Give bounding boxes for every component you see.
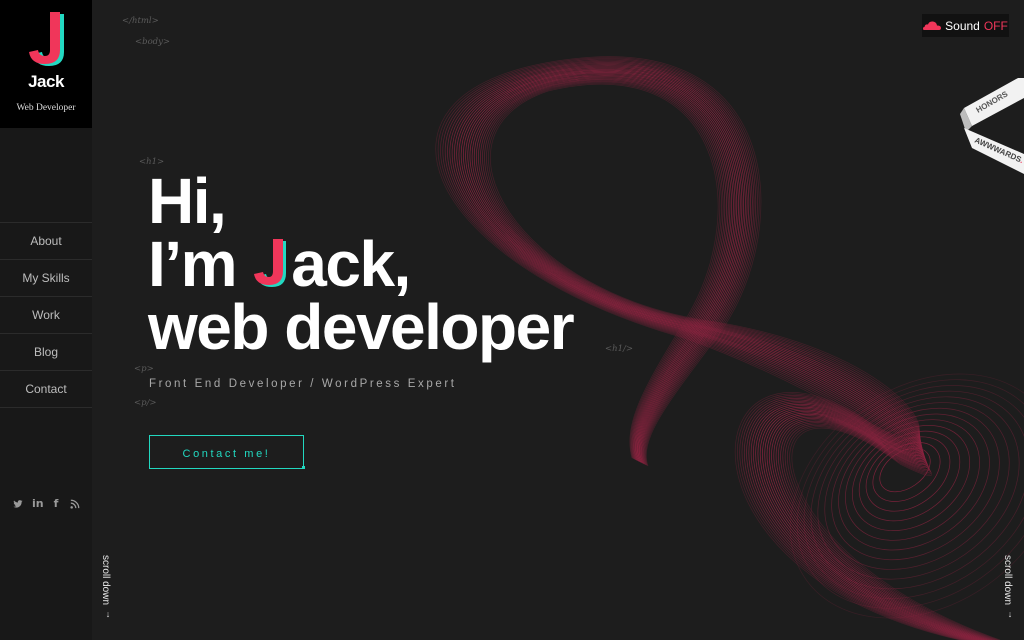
logo-j-icon [29, 12, 64, 66]
sound-toggle-button[interactable]: Sound OFF [922, 14, 1009, 37]
logo[interactable]: Jack Web Developer [0, 0, 92, 128]
code-tag-h1-close: <h1/> [605, 344, 633, 354]
sidebar: Jack Web Developer About My Skills Work … [0, 0, 92, 640]
facebook-icon[interactable]: f [51, 498, 61, 510]
headline-line-2-post: ack, [291, 228, 411, 300]
brand-name: Jack [28, 72, 64, 91]
scroll-down-left[interactable]: scroll down ↓ [100, 555, 116, 619]
twitter-icon[interactable] [13, 498, 23, 510]
contact-me-button[interactable]: Contact me! [149, 435, 304, 469]
nav-item-about[interactable]: About [0, 223, 92, 260]
vortex-ring [810, 390, 1024, 590]
nav-item-my-skills[interactable]: My Skills [0, 260, 92, 297]
hero-subtitle: Front End Developer / WordPress Expert [149, 378, 457, 390]
sound-state: OFF [983, 18, 1008, 33]
scroll-down-label: scroll down [100, 555, 111, 606]
rss-icon[interactable] [70, 498, 80, 510]
nav-item-work[interactable]: Work [0, 297, 92, 334]
sound-label: Sound [945, 18, 980, 33]
brand-tagline: Web Developer [16, 103, 76, 113]
hero-headline: Hi, I’m ack, web developer [148, 169, 575, 359]
nav-item-contact[interactable]: Contact [0, 371, 92, 408]
vortex-ring [803, 385, 1024, 599]
social-links: in f [13, 498, 80, 510]
awwwards-honors-ribbon[interactable]: HONORS AWWWARDS. [948, 70, 1024, 180]
scroll-down-label: scroll down [1002, 555, 1013, 606]
headline-line-2-pre: I’m [148, 228, 253, 300]
code-tag-body: <body> [135, 37, 171, 47]
nav-item-blog[interactable]: Blog [0, 334, 92, 371]
arrow-down-icon: ↓ [105, 609, 111, 620]
scroll-down-right[interactable]: scroll down ↓ [1002, 555, 1018, 619]
headline-j-icon [254, 239, 287, 287]
cta-corner-dot [302, 466, 305, 469]
soundcloud-icon [923, 20, 942, 30]
headline-line-3: web developer [148, 291, 575, 363]
code-tag-html: </html> [122, 16, 159, 26]
linkedin-icon[interactable]: in [32, 498, 44, 510]
headline-line-1: Hi, [148, 165, 227, 237]
main-nav: About My Skills Work Blog Contact [0, 222, 92, 408]
code-tag-p-open: <p> [134, 364, 154, 374]
arrow-down-icon: ↓ [1007, 609, 1013, 620]
code-tag-p-close: <p/> [134, 398, 157, 408]
